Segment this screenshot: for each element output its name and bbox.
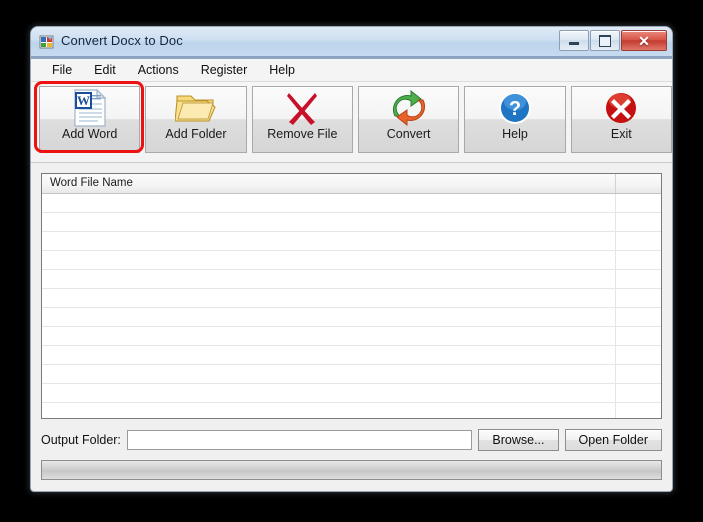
table-cell-file-name	[42, 308, 617, 326]
table-cell-file-name	[42, 232, 617, 250]
table-cell-secondary	[616, 403, 661, 418]
remove-file-button[interactable]: Remove File	[251, 86, 353, 153]
table-cell-file-name	[42, 346, 617, 364]
output-folder-input[interactable]	[126, 430, 473, 450]
add-word-label: Add Word	[61, 127, 118, 141]
convert-button[interactable]: Convert	[357, 86, 460, 153]
table-cell-secondary	[616, 384, 661, 402]
minimize-icon	[569, 42, 579, 45]
table-cell-file-name	[42, 327, 617, 345]
app-icon	[39, 34, 55, 50]
menu-item-register[interactable]: Register	[190, 61, 259, 79]
menu-item-actions[interactable]: Actions	[127, 61, 190, 79]
table-cell-secondary	[616, 327, 661, 345]
table-cell-secondary	[616, 289, 661, 307]
word-document-icon: W	[40, 87, 139, 127]
open-folder-button[interactable]: Open Folder	[564, 429, 662, 451]
menu-item-help[interactable]: Help	[258, 61, 306, 79]
file-list[interactable]: Word File Name	[41, 173, 662, 419]
table-cell-file-name	[42, 270, 617, 288]
maximize-button[interactable]	[590, 30, 620, 51]
table-cell-file-name	[42, 194, 617, 212]
exit-button[interactable]: Exit	[570, 86, 672, 153]
table-cell-file-name	[42, 365, 617, 383]
remove-file-label: Remove File	[267, 127, 338, 141]
table-row[interactable]	[42, 270, 661, 289]
table-row[interactable]	[42, 289, 661, 308]
progress-bar	[41, 460, 662, 480]
add-folder-label: Add Folder	[165, 127, 227, 141]
table-cell-file-name	[42, 289, 617, 307]
table-cell-secondary	[616, 365, 661, 383]
red-x-icon	[253, 87, 352, 127]
caption-button-group: ✕	[559, 30, 667, 51]
help-button[interactable]: ? Help	[464, 86, 566, 153]
output-folder-label: Output Folder:	[41, 433, 121, 447]
output-folder-row: Output Folder: Browse... Open Folder	[41, 429, 662, 451]
add-word-button[interactable]: W Add Word	[39, 86, 141, 153]
red-circle-x-icon	[572, 87, 671, 127]
table-cell-secondary	[616, 308, 661, 326]
file-list-rows	[42, 194, 661, 418]
close-icon: ✕	[638, 32, 650, 49]
table-row[interactable]	[42, 384, 661, 403]
window-title: Convert Docx to Doc	[61, 33, 183, 48]
exit-label: Exit	[610, 127, 632, 141]
table-row[interactable]	[42, 365, 661, 384]
table-cell-secondary	[616, 194, 661, 212]
add-folder-button[interactable]: Add Folder	[145, 86, 247, 153]
column-header-secondary[interactable]	[616, 174, 661, 193]
table-cell-file-name	[42, 384, 617, 402]
table-row[interactable]	[42, 403, 661, 418]
open-folder-icon	[146, 87, 245, 127]
table-cell-secondary	[616, 213, 661, 231]
table-cell-file-name	[42, 403, 617, 418]
file-list-header: Word File Name	[42, 174, 661, 194]
table-cell-secondary	[616, 270, 661, 288]
table-row[interactable]	[42, 308, 661, 327]
table-cell-secondary	[616, 251, 661, 269]
svg-text:W: W	[77, 93, 90, 108]
table-row[interactable]	[42, 194, 661, 213]
application-window: Convert Docx to Doc ✕ File Edit Actions …	[31, 27, 672, 491]
table-cell-file-name	[42, 251, 617, 269]
maximize-icon	[599, 34, 611, 47]
menu-bar: File Edit Actions Register Help	[31, 59, 672, 82]
table-row[interactable]	[42, 327, 661, 346]
blue-question-icon: ?	[465, 87, 564, 127]
close-button[interactable]: ✕	[621, 30, 667, 51]
title-bar: Convert Docx to Doc ✕	[31, 27, 672, 59]
table-row[interactable]	[42, 346, 661, 365]
toolbar: W Add Word Add Folder Remove File Conver…	[31, 81, 672, 163]
minimize-button[interactable]	[559, 30, 589, 51]
svg-text:?: ?	[509, 98, 521, 120]
convert-label: Convert	[386, 127, 431, 141]
table-row[interactable]	[42, 213, 661, 232]
table-row[interactable]	[42, 232, 661, 251]
table-row[interactable]	[42, 251, 661, 270]
table-cell-secondary	[616, 346, 661, 364]
convert-arrows-icon	[359, 87, 458, 127]
browse-button[interactable]: Browse...	[478, 429, 559, 451]
help-label: Help	[502, 127, 528, 141]
table-cell-secondary	[616, 232, 661, 250]
table-cell-file-name	[42, 213, 617, 231]
menu-item-file[interactable]: File	[41, 61, 83, 79]
menu-item-edit[interactable]: Edit	[83, 61, 127, 79]
column-header-word-file-name[interactable]: Word File Name	[42, 174, 617, 193]
